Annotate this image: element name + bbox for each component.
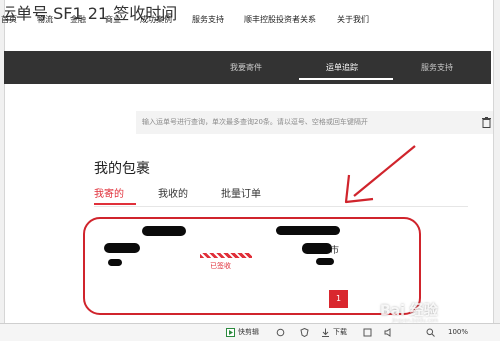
redaction-mark [276,226,340,235]
tab-bulk-orders[interactable]: 批量订单 [221,188,261,202]
page-title: 我的包裹 [94,161,150,177]
nav-item-home[interactable]: 首页 [1,8,17,32]
browser-viewport: 首页 物流 金融 商业 成功案例 服务支持 顺丰控股投资者关系 关于我们 我要寄… [0,0,500,341]
redaction-mark [316,258,334,265]
delivery-progress-line [200,253,252,258]
nav-item-finance[interactable]: 金融 [70,8,86,32]
sound-icon[interactable] [384,328,393,337]
sub-navigation-bar: 我要寄件 运单追踪 服务支持 [4,51,491,84]
tab-sent-by-me[interactable]: 我寄的 [94,188,124,202]
tab-service-support[interactable]: 服务支持 [421,51,453,84]
vertical-scrollbar[interactable] [493,0,500,323]
download-label[interactable]: 下载 [333,324,347,341]
baidu-jingyan-watermark: Bai 经验 [380,303,438,319]
trash-icon[interactable] [482,117,491,128]
nav-item-business[interactable]: 商业 [105,8,121,32]
nav-item-service-support[interactable]: 服务支持 [192,8,224,32]
browser-status-bar: 快剪辑 下载 100% [0,323,500,341]
nav-item-about-us[interactable]: 关于我们 [337,8,369,32]
download-icon[interactable] [321,328,330,337]
tab-send-package[interactable]: 我要寄件 [230,51,262,84]
active-tab-indicator [299,78,393,80]
pagination-page-button[interactable]: 1 [329,290,348,308]
tab-received-by-me[interactable]: 我收的 [158,188,188,202]
zoom-level[interactable]: 100% [448,324,468,341]
top-navigation: 首页 物流 金融 商业 成功案例 服务支持 顺丰控股投资者关系 关于我们 [0,8,493,32]
redaction-mark [302,243,332,254]
zoom-icon[interactable] [426,328,435,337]
shield-icon[interactable] [300,328,309,337]
nav-item-logistics[interactable]: 物流 [37,8,53,32]
delivery-status: 已签收 [210,262,231,270]
refresh-icon[interactable] [276,328,285,337]
destination-city: 市 [330,246,340,256]
subtab-divider [94,206,468,207]
redaction-mark [142,226,186,236]
nav-item-investor-relations[interactable]: 顺丰控股投资者关系 [244,8,316,32]
quick-clip-label[interactable]: 快剪辑 [238,324,259,341]
redaction-mark [108,259,122,266]
nav-item-success-cases[interactable]: 成功案例 [140,8,172,32]
settings-icon[interactable] [363,328,372,337]
annotation-arrowhead [344,174,374,204]
active-subtab-underline [94,203,136,205]
annotation-circle [83,217,421,315]
left-scroll-edge [0,0,5,323]
annotation-arrow [353,145,416,197]
waybill-search-input[interactable]: 输入运单号进行查询，单次最多查询20条。请以逗号、空格或回车键隔开 [136,111,493,134]
redaction-mark [104,243,140,253]
quick-clip-icon[interactable] [226,328,235,337]
search-placeholder: 输入运单号进行查询，单次最多查询20条。请以逗号、空格或回车键隔开 [142,118,368,126]
